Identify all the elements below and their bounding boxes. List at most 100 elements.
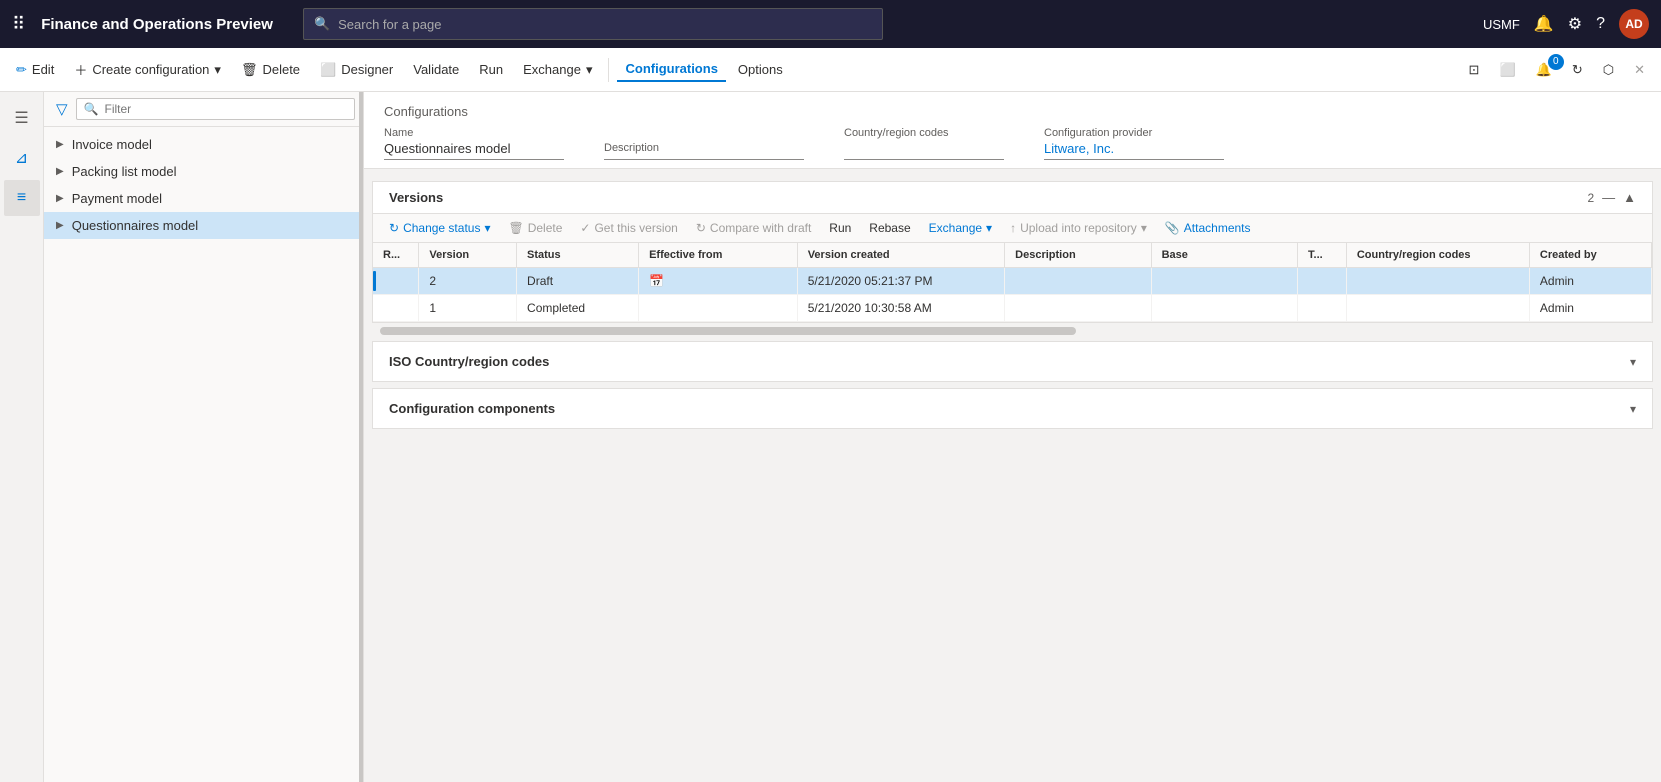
- col-header-country-region[interactable]: Country/region codes: [1346, 243, 1529, 268]
- sidebar-icon-filter[interactable]: ⊿: [4, 140, 40, 176]
- row-indicator-cell-2: [373, 295, 419, 322]
- filter-icon[interactable]: ▽: [52, 96, 72, 122]
- designer-icon: ⬜: [320, 62, 336, 78]
- row-indicator-cell: [373, 268, 419, 295]
- chevron-right-icon: ▶: [56, 166, 64, 177]
- tree-item-payment-model[interactable]: ▶ Payment model: [44, 185, 363, 212]
- versions-section: Versions 2 — ▲ ↻ Change status ▾ 🗑 Delet…: [372, 181, 1653, 323]
- versions-table-header-row: R... Version Status Effective from Versi…: [373, 243, 1652, 268]
- refresh-button[interactable]: ↻: [1564, 58, 1591, 82]
- versions-run-button[interactable]: Run: [821, 218, 859, 238]
- iso-section-header[interactable]: ISO Country/region codes ▾: [373, 342, 1652, 381]
- tree-item-invoice-model[interactable]: ▶ Invoice model: [44, 131, 363, 158]
- attachments-button[interactable]: 📎 Attachments: [1157, 218, 1259, 238]
- cell-created-by: Admin: [1529, 268, 1651, 295]
- filter-search-icon: 🔍: [84, 102, 99, 116]
- cell-description: [1005, 268, 1151, 295]
- configurations-tab[interactable]: Configurations: [617, 57, 725, 82]
- iso-chevron-icon: ▾: [1630, 355, 1636, 369]
- col-header-created-by[interactable]: Created by: [1529, 243, 1651, 268]
- versions-exchange-button[interactable]: Exchange ▾: [921, 218, 1000, 238]
- sidebar-icon-list[interactable]: ≡: [4, 180, 40, 216]
- cell-effective-from[interactable]: 📅: [639, 268, 798, 295]
- user-avatar[interactable]: AD: [1619, 9, 1649, 39]
- cell-t: [1298, 268, 1347, 295]
- edit-button[interactable]: ✏ Edit: [8, 58, 62, 82]
- run-button[interactable]: Run: [471, 58, 511, 81]
- col-header-description[interactable]: Description: [1005, 243, 1151, 268]
- separator: [608, 58, 609, 82]
- attachment-icon: 📎: [1165, 221, 1180, 235]
- change-status-button[interactable]: ↻ Change status ▾: [381, 218, 498, 238]
- cell-description-2: [1005, 295, 1151, 322]
- cell-t-2: [1298, 295, 1347, 322]
- country-field-value: [844, 141, 1004, 160]
- help-icon[interactable]: ?: [1596, 15, 1605, 33]
- validate-button[interactable]: Validate: [405, 58, 467, 81]
- filter-search-box[interactable]: 🔍: [76, 98, 355, 120]
- get-version-icon: ✓: [580, 221, 590, 235]
- upload-into-repository-button[interactable]: ↑ Upload into repository ▾: [1002, 218, 1155, 238]
- top-right-icons: USMF 🔔 ⚙ ? AD: [1483, 9, 1649, 39]
- provider-field-value[interactable]: Litware, Inc.: [1044, 141, 1224, 160]
- apps-icon[interactable]: ⠿: [12, 14, 25, 35]
- close-button[interactable]: ✕: [1626, 58, 1653, 82]
- calendar-icon[interactable]: 📅: [649, 274, 664, 288]
- col-header-base[interactable]: Base: [1151, 243, 1297, 268]
- compare-with-draft-button[interactable]: ↻ Compare with draft: [688, 218, 819, 238]
- table-row[interactable]: 1 Completed 5/21/2020 10:30:58 AM Admin: [373, 295, 1652, 322]
- chevron-right-icon: ▶: [56, 139, 64, 150]
- designer-button[interactable]: ⬜ Designer: [312, 58, 401, 82]
- col-header-effective[interactable]: Effective from: [639, 243, 798, 268]
- command-bar-right: ⊡ ⬜ 🔔 0 ↻ ⬡ ✕: [1461, 58, 1653, 82]
- versions-section-title: Versions: [389, 190, 1587, 205]
- panel-resize-handle[interactable]: [359, 92, 363, 782]
- col-header-status[interactable]: Status: [517, 243, 639, 268]
- cell-created-by-2: Admin: [1529, 295, 1651, 322]
- upload-icon: ↑: [1010, 221, 1016, 235]
- col-header-t[interactable]: T...: [1298, 243, 1347, 268]
- horizontal-scrollbar[interactable]: [372, 327, 1653, 335]
- delete-button[interactable]: 🗑 Delete: [233, 58, 308, 82]
- table-row[interactable]: 2 Draft 📅 5/21/2020 05:21:37 PM Admin: [373, 268, 1652, 295]
- pinned-view-button[interactable]: ⊡: [1461, 58, 1488, 82]
- versions-table: R... Version Status Effective from Versi…: [373, 243, 1652, 322]
- edit-icon: ✏: [16, 62, 27, 78]
- name-field-group: Name Questionnaires model: [384, 127, 564, 160]
- get-this-version-button[interactable]: ✓ Get this version: [572, 218, 685, 238]
- settings-icon[interactable]: ⚙: [1568, 14, 1582, 34]
- cell-version-created: 5/21/2020 05:21:37 PM: [797, 268, 1004, 295]
- top-navigation: ⠿ Finance and Operations Preview 🔍 USMF …: [0, 0, 1661, 48]
- col-header-version[interactable]: Version: [419, 243, 517, 268]
- usmf-label: USMF: [1483, 17, 1520, 32]
- cell-version-2: 1: [419, 295, 517, 322]
- open-new-window-button[interactable]: ⬡: [1595, 58, 1622, 82]
- search-bar[interactable]: 🔍: [303, 8, 883, 40]
- tree-item-questionnaires-model[interactable]: ▶ Questionnaires model: [44, 212, 363, 239]
- options-button[interactable]: Options: [730, 58, 791, 81]
- config-components-header[interactable]: Configuration components ▾: [373, 389, 1652, 428]
- description-field-value[interactable]: [604, 156, 804, 160]
- versions-delete-button[interactable]: 🗑 Delete: [500, 218, 570, 238]
- left-panel-toolbar: ▽ 🔍: [44, 92, 363, 127]
- expand-collapse-icon[interactable]: —: [1602, 190, 1615, 205]
- exchange-button[interactable]: Exchange ▾: [515, 58, 600, 82]
- search-input[interactable]: [338, 17, 872, 32]
- create-configuration-button[interactable]: ＋ Create configuration ▾: [66, 56, 229, 83]
- notification-icon[interactable]: 🔔: [1534, 14, 1554, 34]
- sidebar-icon-menu[interactable]: ☰: [4, 100, 40, 136]
- config-components-section: Configuration components ▾: [372, 388, 1653, 429]
- scroll-thumb: [380, 327, 1076, 335]
- breadcrumb: Configurations: [384, 104, 1641, 119]
- upload-dropdown-icon: ▾: [1141, 221, 1147, 235]
- filter-input[interactable]: [105, 102, 348, 116]
- tree-item-packing-list-model[interactable]: ▶ Packing list model: [44, 158, 363, 185]
- cell-status: Draft: [517, 268, 639, 295]
- config-components-title: Configuration components: [389, 401, 1630, 416]
- provider-field-label: Configuration provider: [1044, 127, 1224, 139]
- collapse-up-icon[interactable]: ▲: [1623, 190, 1636, 205]
- rebase-button[interactable]: Rebase: [861, 218, 918, 238]
- side-by-side-button[interactable]: ⬜: [1491, 58, 1523, 82]
- change-status-icon: ↻: [389, 221, 399, 235]
- col-header-version-created[interactable]: Version created: [797, 243, 1004, 268]
